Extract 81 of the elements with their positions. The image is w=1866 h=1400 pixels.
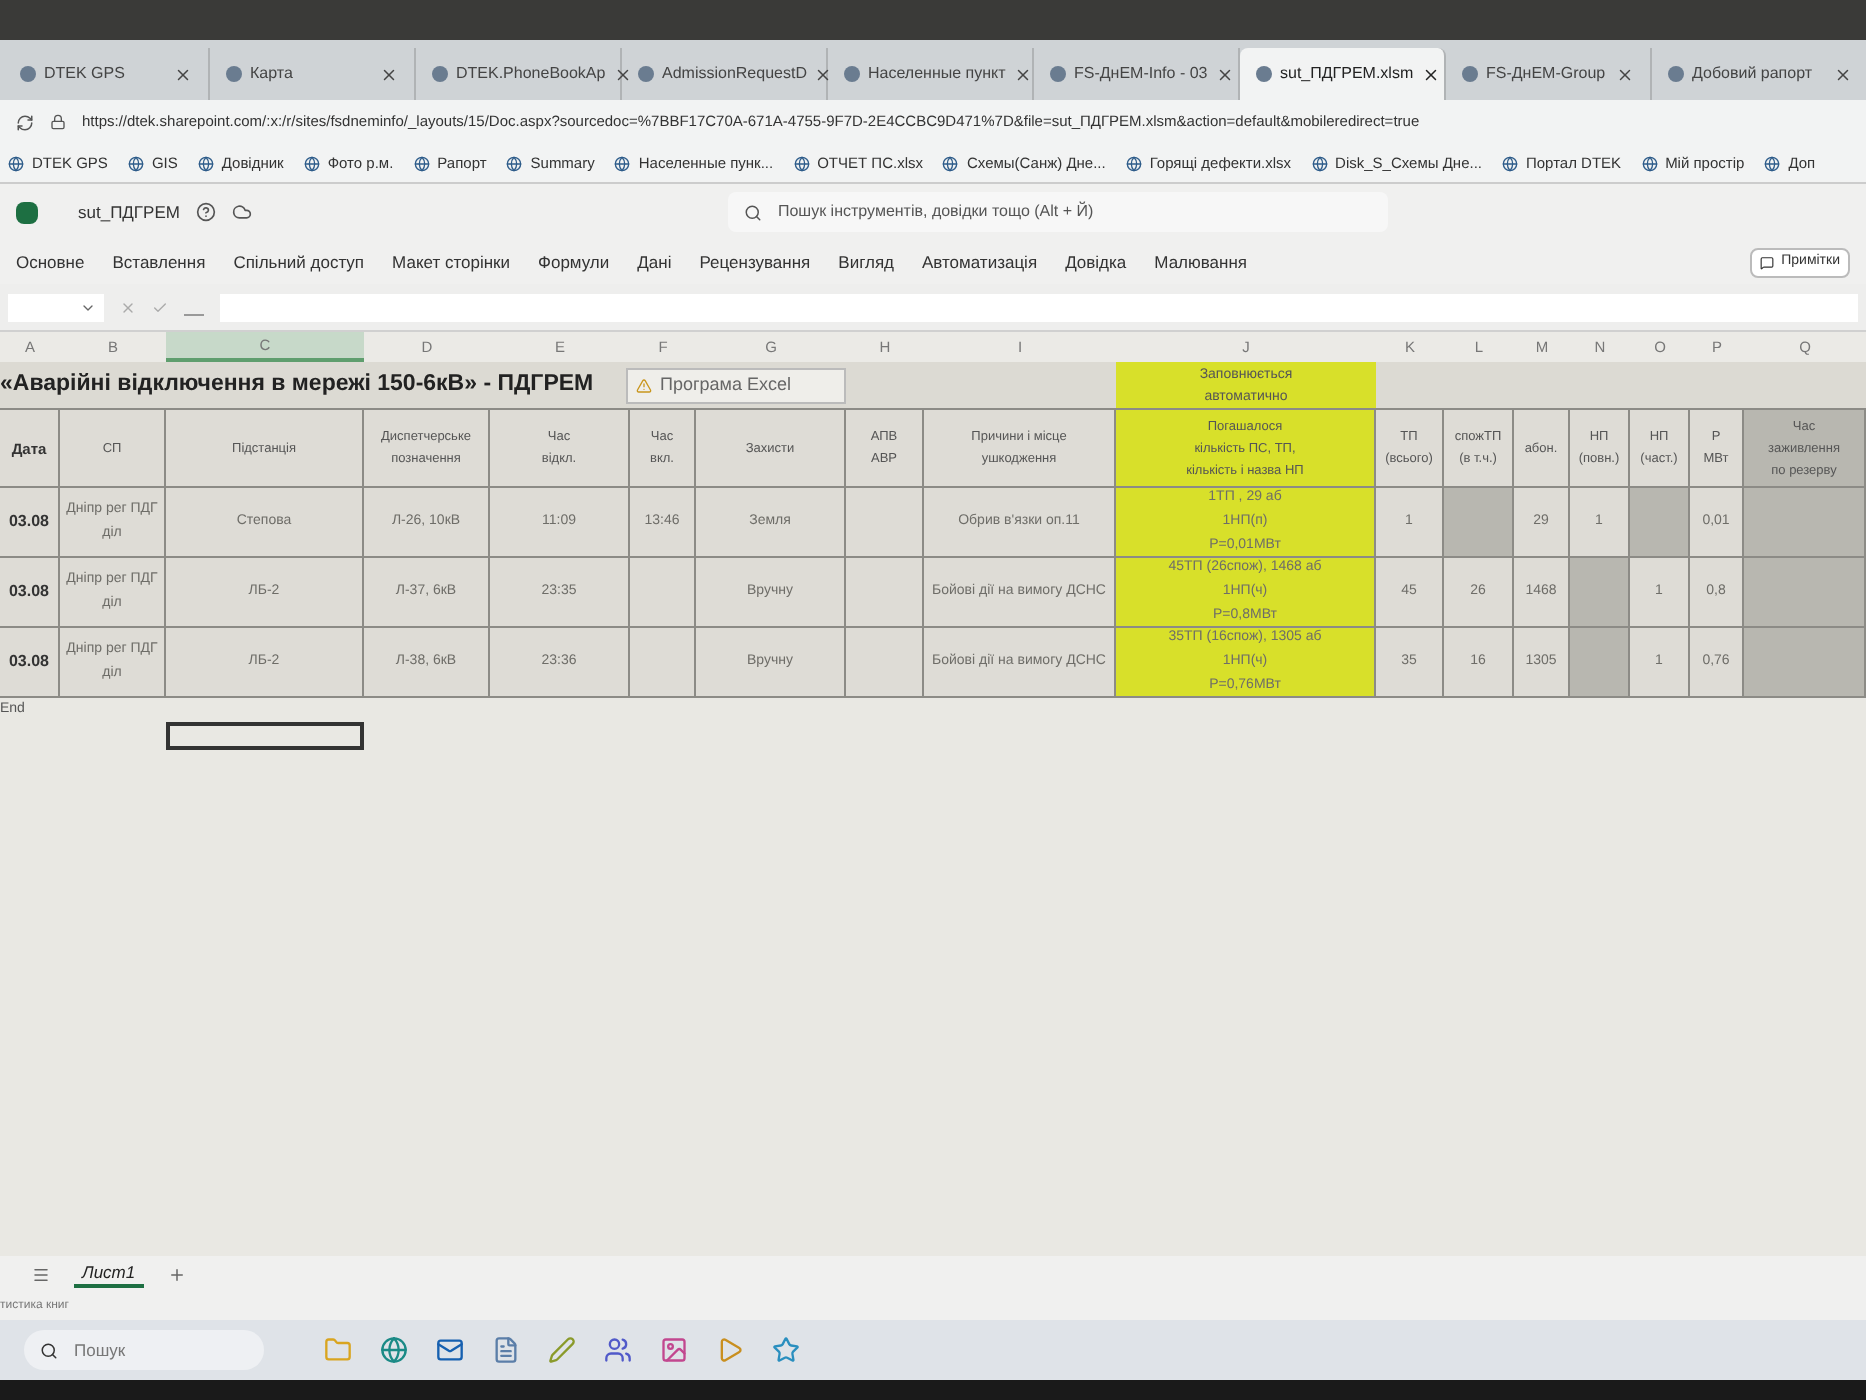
globe-icon <box>1311 155 1328 171</box>
image-icon[interactable] <box>660 1336 688 1364</box>
page-icon <box>1668 66 1684 82</box>
globe-icon <box>1125 155 1142 171</box>
ribbon-tab[interactable]: Рецензування <box>699 249 811 275</box>
close-icon[interactable] <box>174 65 192 83</box>
page-icon <box>226 66 242 82</box>
globe-icon <box>506 155 523 171</box>
ribbon-tab[interactable]: Спільний доступ <box>233 249 365 275</box>
tab-label: AdmissionRequestD <box>662 62 807 86</box>
close-icon[interactable] <box>814 65 833 83</box>
page-icon <box>638 66 654 82</box>
search-icon <box>743 203 762 221</box>
taskbar-search-field[interactable]: Пошук <box>24 1330 264 1370</box>
close-icon[interactable] <box>1013 65 1032 83</box>
date-cell: 03.08 <box>0 488 60 558</box>
close-icon[interactable] <box>1616 65 1634 83</box>
globe-icon <box>793 155 810 171</box>
file-name: sut_ПДГРЕМ <box>78 199 180 225</box>
globe-icon <box>614 155 631 171</box>
check-icon[interactable] <box>152 299 168 315</box>
tab-label: FS-ДнЕМ-Info - 03 <box>1074 62 1208 86</box>
ribbon-tab[interactable]: Формули <box>538 249 610 275</box>
browser-icon[interactable] <box>380 1336 408 1364</box>
menu-icon[interactable] <box>32 1265 50 1283</box>
close-icon[interactable] <box>1421 65 1440 83</box>
tab-label: FS-ДнЕМ-Group <box>1486 62 1608 86</box>
tab-label: DTEK.PhoneBookAp <box>456 62 606 86</box>
tab-label: Карта <box>250 62 295 86</box>
date-cell: 03.08 <box>0 628 60 698</box>
globe-icon <box>1764 155 1781 171</box>
close-icon[interactable] <box>613 65 632 83</box>
page-icon <box>1256 66 1272 82</box>
notice-text: Програма Excel <box>660 371 791 398</box>
tab-label: Добовий рапорт <box>1692 62 1815 86</box>
ribbon-tab[interactable]: Довідка <box>1065 249 1127 275</box>
ribbon-tab[interactable]: Макет сторінки <box>392 249 511 275</box>
tab-label: sut_ПДГРЕМ.xlsm <box>1280 62 1414 86</box>
add-sheet-icon[interactable] <box>167 1265 186 1283</box>
page-icon <box>432 66 448 82</box>
globe-icon <box>1641 155 1658 171</box>
comment-icon <box>1759 255 1774 269</box>
page-icon <box>1050 66 1066 82</box>
ribbon-tab[interactable]: Вставлення <box>112 249 206 275</box>
ribbon-tab[interactable]: Автоматизація <box>922 249 1038 275</box>
selected-cell[interactable] <box>166 722 364 750</box>
ribbon-tab[interactable]: Основне <box>16 249 85 275</box>
mail-icon[interactable] <box>436 1336 464 1364</box>
people-icon[interactable] <box>604 1336 632 1364</box>
close-icon[interactable] <box>380 65 398 83</box>
globe-icon <box>197 155 214 171</box>
warning-icon <box>636 377 652 393</box>
help-icon[interactable] <box>195 202 216 222</box>
ribbon-tab[interactable]: Малювання <box>1154 249 1248 275</box>
search-field[interactable]: Пошук інструментів, довідки тощо (Alt + Й) <box>727 192 1388 232</box>
date-cell: 03.08 <box>0 558 60 628</box>
ribbon-tab[interactable]: Вигляд <box>838 249 895 275</box>
document-icon[interactable] <box>492 1336 520 1364</box>
search-icon <box>40 1341 58 1359</box>
ribbon-tab[interactable]: Дані <box>637 249 672 275</box>
close-icon[interactable] <box>1834 65 1852 83</box>
browser-tab[interactable]: sut_ПДГРЕМ.xlsm <box>1240 48 1446 100</box>
tab-label: Населенные пункт <box>868 62 1006 86</box>
globe-icon <box>127 155 144 171</box>
globe-icon <box>1502 155 1518 171</box>
globe-icon <box>413 155 430 171</box>
app-icon[interactable] <box>772 1336 800 1364</box>
excel-logo-icon <box>16 201 38 223</box>
reload-icon[interactable] <box>16 113 34 131</box>
close-icon[interactable] <box>1215 65 1234 83</box>
page-icon <box>1462 66 1478 82</box>
cloud-icon[interactable] <box>231 202 252 222</box>
tab-label: DTEK GPS <box>44 62 127 86</box>
sheet-title: «Аварійні відключення в мережі 150-6кВ» - ПДГРЕМ <box>0 369 596 400</box>
globe-icon <box>303 155 320 171</box>
globe-icon <box>8 155 24 171</box>
globe-icon <box>942 155 959 171</box>
sheet-tab[interactable]: Лист1 <box>74 1259 144 1289</box>
page-icon <box>844 66 860 82</box>
page-icon <box>20 66 36 82</box>
lock-icon <box>50 114 66 130</box>
